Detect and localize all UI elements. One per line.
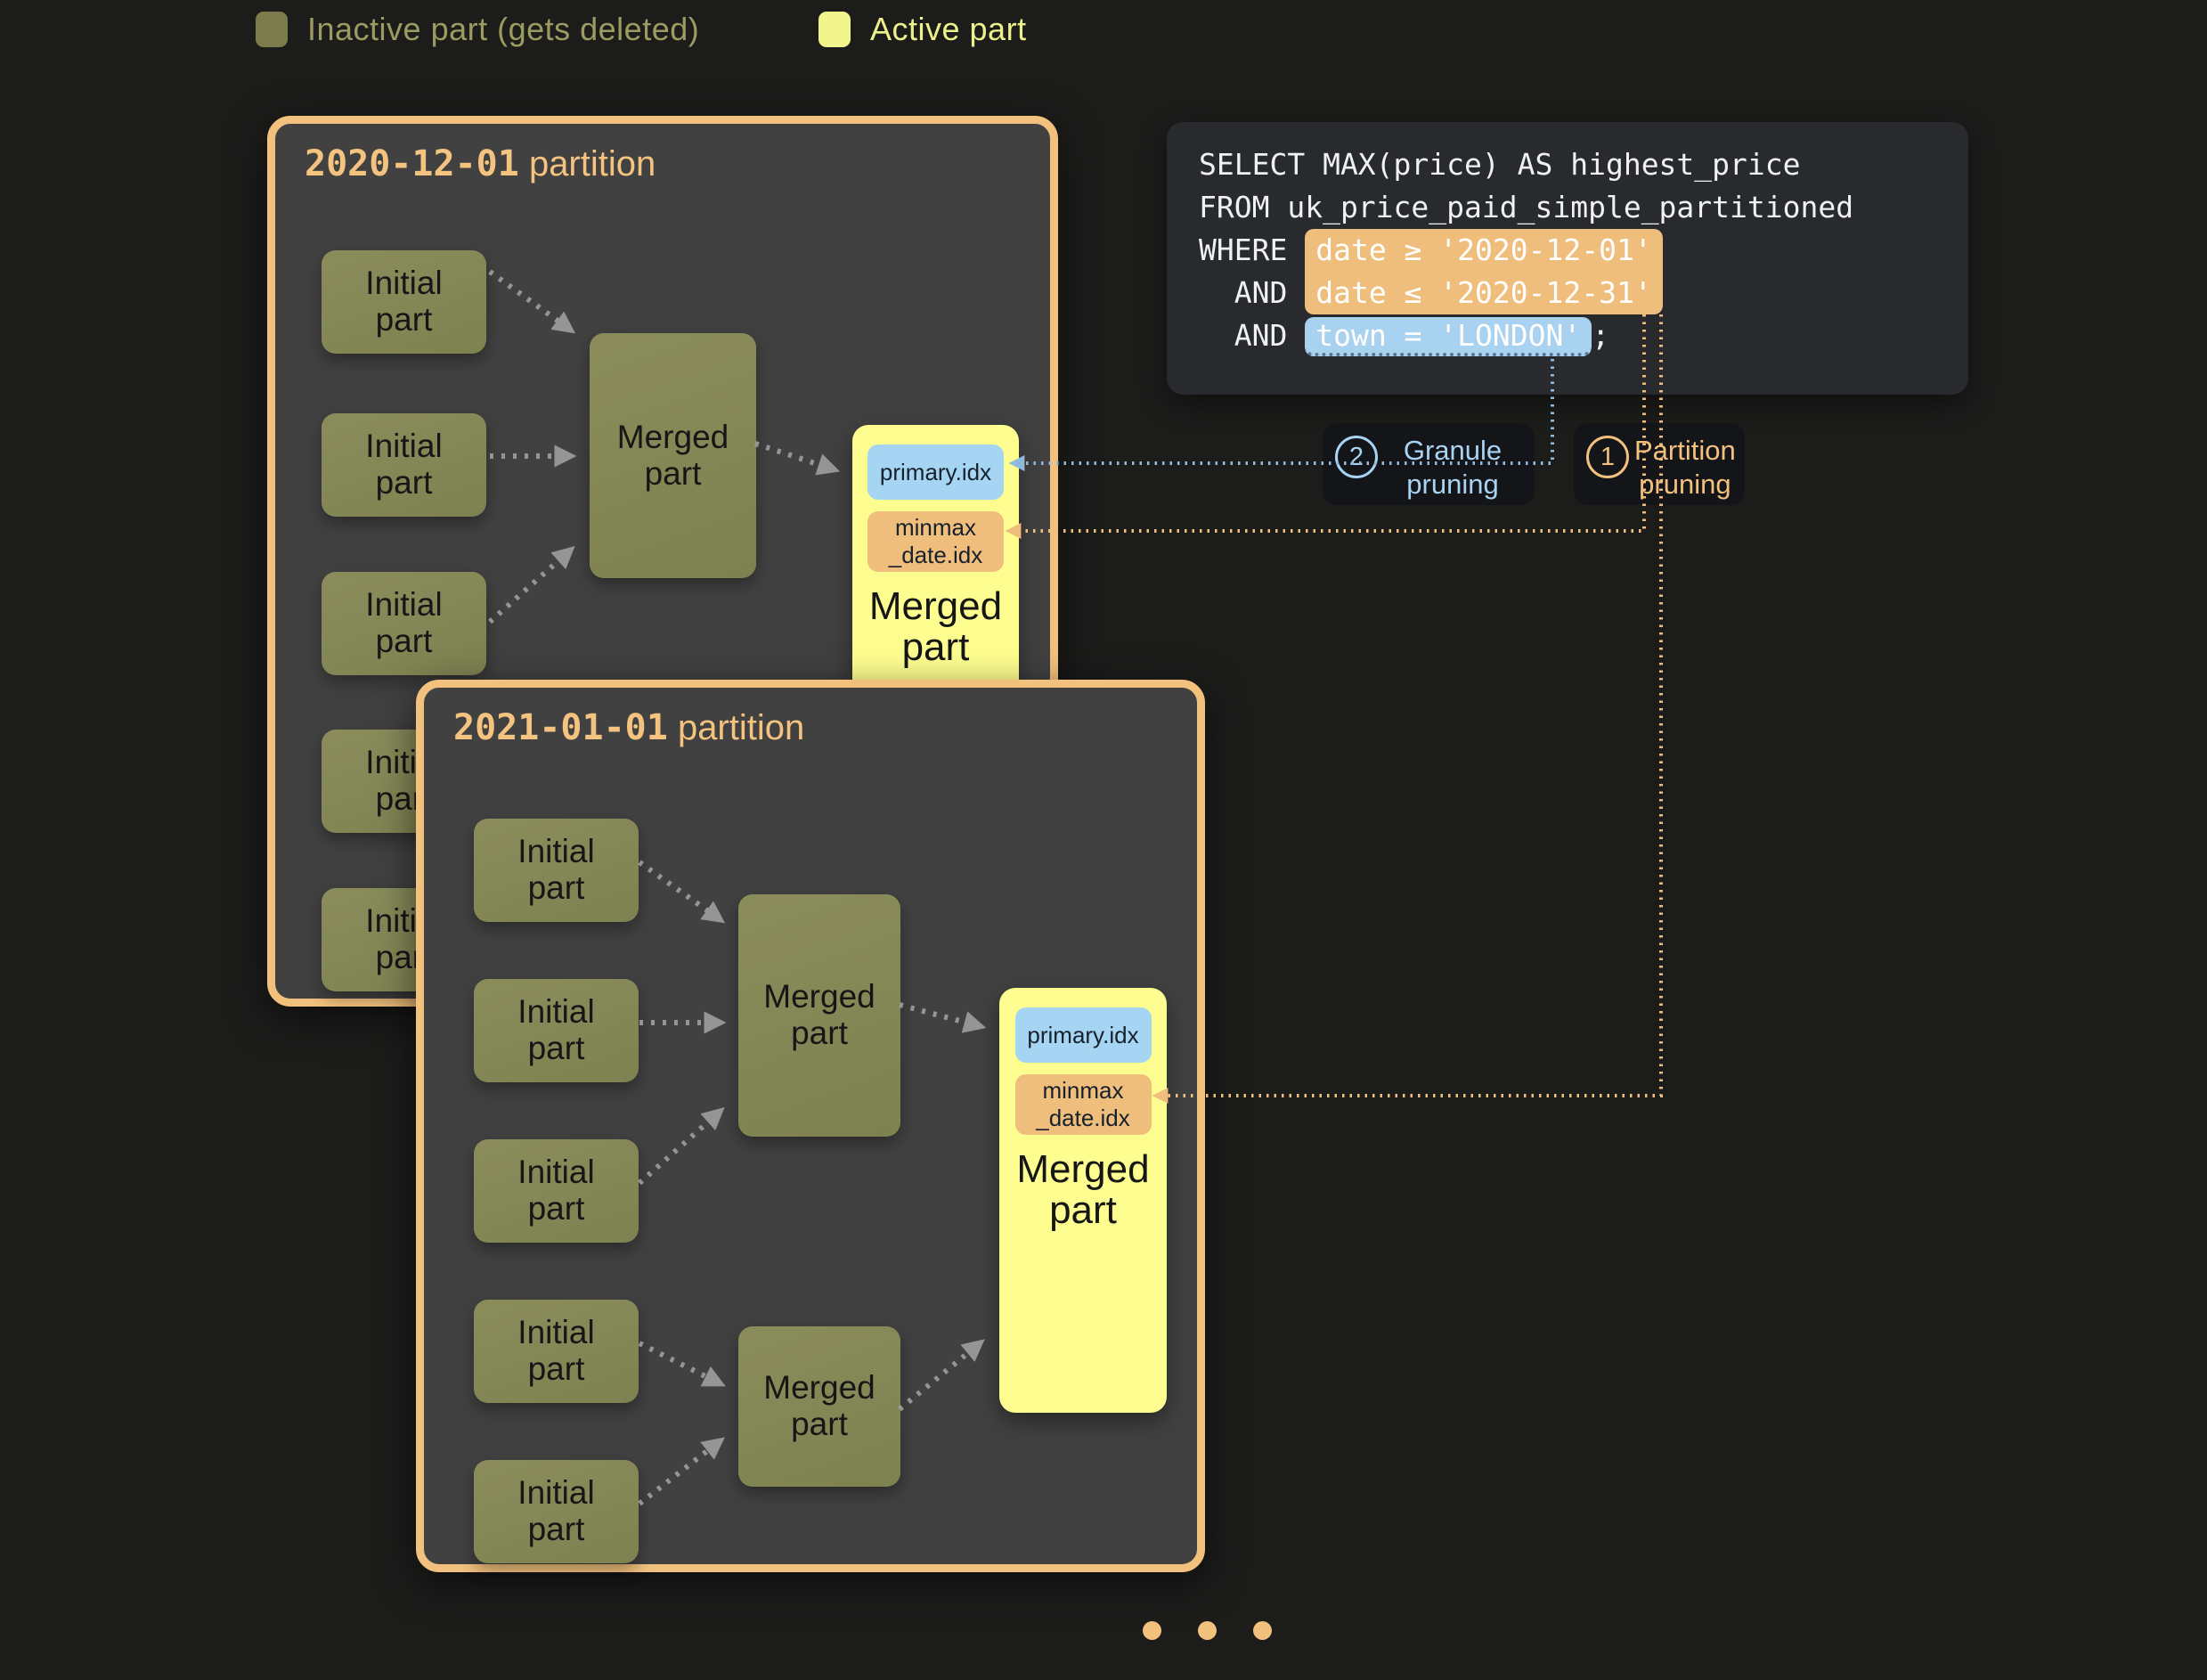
sql-date-highlight-1: date ≥ '2020-12-01': [1305, 229, 1663, 272]
part-label: Initial: [517, 1154, 594, 1191]
part-label: Initial: [365, 265, 442, 302]
part-label: part: [528, 1031, 585, 1067]
part-label: Merged: [763, 979, 875, 1015]
legend-inactive: Inactive part (gets deleted): [256, 11, 699, 48]
legend-active-label: Active part: [870, 11, 1027, 48]
partition-2-suffix: partition: [668, 708, 804, 747]
granule-badge-label: Granule pruning: [1383, 434, 1522, 502]
part-label: part: [376, 465, 433, 502]
primary-idx-label: primary.idx: [1015, 1022, 1152, 1049]
minmax-idx-label: minmax: [1015, 1077, 1152, 1105]
initial-part: Initial part: [474, 979, 639, 1082]
inactive-part-swatch: [256, 12, 288, 47]
initial-part: Initial part: [474, 1300, 639, 1403]
sql-date-highlight-2: date ≤ '2020-12-31': [1305, 272, 1663, 314]
diagram-canvas: Inactive part (gets deleted) Active part…: [0, 0, 2207, 1680]
initial-part: Initial part: [322, 572, 486, 675]
sql-line-5: AND town = 'LONDON';: [1199, 314, 1968, 357]
sql-line-3: WHERE date ≥ '2020-12-01': [1199, 229, 1968, 272]
part-label: part: [528, 1351, 585, 1388]
initial-part: Initial part: [474, 819, 639, 922]
partition-pruning-badge: 1 Partition pruning: [1574, 423, 1745, 505]
primary-idx-label: primary.idx: [867, 459, 1004, 486]
partition-1-date: 2020-12-01: [305, 143, 519, 184]
minmax-idx-chip: minmax _date.idx: [1015, 1074, 1152, 1135]
initial-part: Initial part: [474, 1460, 639, 1563]
part-label: Merged: [763, 1370, 875, 1407]
part-label: part: [645, 456, 702, 493]
minmax-idx-chip: minmax _date.idx: [867, 511, 1004, 572]
partition-1-title: 2020-12-01 partition: [305, 143, 656, 184]
merged-part-inactive: Merged part: [738, 894, 900, 1137]
partition-2-title: 2021-01-01 partition: [453, 707, 804, 748]
minmax-idx-label: minmax: [867, 514, 1004, 542]
active-merged-label: Merged part: [852, 586, 1019, 668]
part-label: part: [528, 1191, 585, 1227]
part-label: Initial: [517, 994, 594, 1031]
granule-pruning-badge: 2 Granule pruning: [1323, 423, 1535, 505]
part-label: part: [791, 1407, 848, 1443]
merged-part-inactive: Merged part: [738, 1326, 900, 1487]
legend-active: Active part: [818, 11, 1027, 48]
active-part-swatch: [818, 12, 851, 47]
partition-badge-label: Partition pruning: [1634, 434, 1736, 502]
carousel-dot-2[interactable]: [1198, 1621, 1217, 1640]
minmax-idx-label: _date.idx: [867, 542, 1004, 569]
part-label: part: [528, 1512, 585, 1548]
part-label: part: [376, 302, 433, 338]
sql-line-2: FROM uk_price_paid_simple_partitioned: [1199, 186, 1968, 229]
legend-inactive-label: Inactive part (gets deleted): [307, 11, 699, 48]
primary-idx-chip: primary.idx: [1015, 1007, 1152, 1063]
part-label: Initial: [365, 428, 442, 465]
merged-part-active: primary.idx minmax _date.idx Merged part: [999, 988, 1167, 1413]
sql-query-box: SELECT MAX(price) AS highest_price FROM …: [1167, 122, 1968, 395]
part-label: Initial: [517, 1475, 594, 1512]
part-label: part: [791, 1015, 848, 1052]
minmax-idx-label: _date.idx: [1015, 1105, 1152, 1132]
partition-2-date: 2021-01-01: [453, 707, 668, 748]
partition-1-suffix: partition: [519, 144, 656, 183]
sql-town-highlight: town = 'LONDON': [1305, 317, 1592, 356]
partition-badge-number: 1: [1586, 436, 1629, 478]
part-label: Initial: [517, 1315, 594, 1351]
initial-part: Initial part: [322, 413, 486, 517]
initial-part: Initial part: [322, 250, 486, 354]
part-label: Initial: [365, 587, 442, 624]
initial-part: Initial part: [474, 1139, 639, 1243]
carousel-dot-1[interactable]: [1143, 1621, 1161, 1640]
part-label: Initial: [517, 834, 594, 870]
granule-badge-number: 2: [1335, 436, 1378, 478]
sql-line-4: AND date ≤ '2020-12-31': [1199, 272, 1968, 314]
sql-line-1: SELECT MAX(price) AS highest_price: [1199, 143, 1968, 186]
part-label: Merged: [617, 420, 729, 456]
carousel-dot-3[interactable]: [1253, 1621, 1272, 1640]
partition-2021-01-01: 2021-01-01 partition Initial part Initia…: [416, 680, 1205, 1572]
primary-idx-chip: primary.idx: [867, 444, 1004, 500]
part-label: part: [528, 870, 585, 907]
part-label: part: [376, 624, 433, 660]
active-merged-label: Merged part: [999, 1149, 1167, 1231]
merged-part-inactive: Merged part: [590, 333, 756, 578]
